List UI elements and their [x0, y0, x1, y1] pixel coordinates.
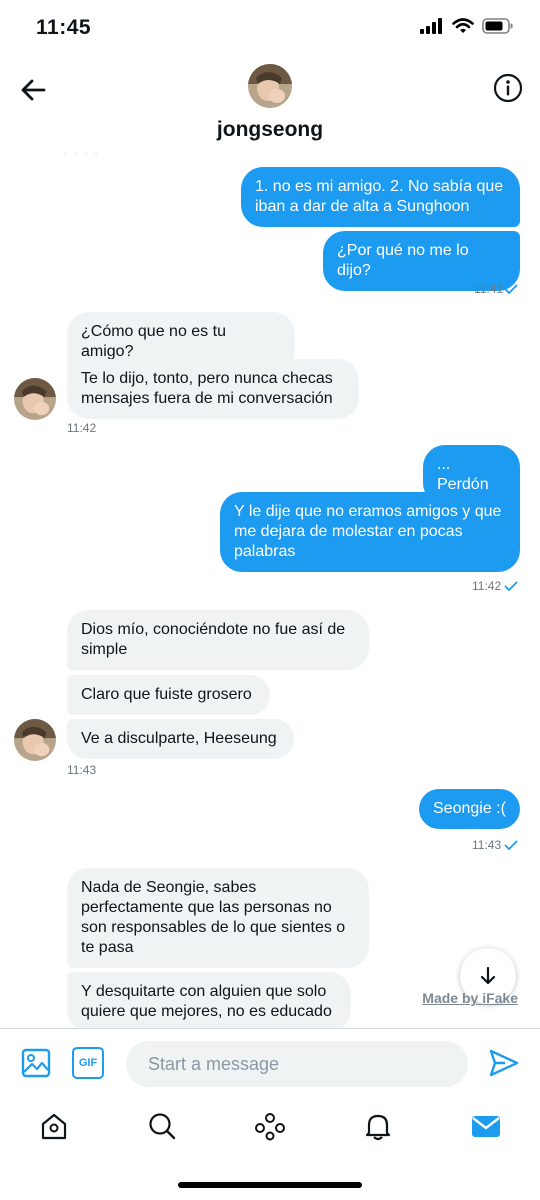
status-icons	[420, 18, 514, 34]
tab-home[interactable]	[36, 1108, 72, 1144]
home-icon	[41, 1113, 67, 1140]
mail-icon	[472, 1116, 500, 1137]
sent-check-icon	[504, 581, 518, 591]
back-button[interactable]	[18, 74, 50, 106]
message-incoming[interactable]: Claro que fuiste grosero	[67, 675, 270, 715]
search-icon	[149, 1113, 176, 1140]
status-time: 11:45	[36, 16, 92, 39]
home-indicator	[178, 1182, 362, 1188]
message-outgoing[interactable]: Seongie :(	[419, 789, 520, 829]
sent-check-icon	[504, 840, 518, 850]
message-timestamp: 11:42	[67, 421, 97, 435]
message-composer: GIF	[0, 1028, 540, 1100]
message-timestamp: 11:43	[472, 838, 502, 852]
sender-avatar[interactable]	[14, 719, 56, 761]
message-incoming[interactable]: Dios mío, conociéndote no fue así de sim…	[67, 610, 369, 670]
tab-notifications[interactable]	[360, 1108, 396, 1144]
gif-label: GIF	[78, 1057, 98, 1069]
conversation-header: jongseong · · · ·	[0, 56, 540, 159]
avatar-photo	[248, 64, 292, 108]
message-timestamp: 11:41	[474, 282, 504, 296]
message-incoming[interactable]: Ve a disculparte, Heeseung	[67, 719, 294, 759]
message-input[interactable]	[126, 1041, 468, 1087]
avatar-photo	[14, 378, 56, 420]
message-outgoing[interactable]: 1. no es mi amigo. 2. No sabía que iban …	[241, 167, 520, 227]
message-list[interactable]: 1. no es mi amigo. 2. No sabía que iban …	[0, 148, 540, 1028]
message-incoming[interactable]: Nada de Seongie, sabes perfectamente que…	[67, 868, 369, 968]
status-bar: 11:45	[0, 0, 540, 56]
message-incoming[interactable]: Te lo dijo, tonto, pero nunca checas men…	[67, 359, 359, 419]
battery-icon	[482, 18, 513, 34]
spaces-icon	[255, 1113, 285, 1141]
image-icon[interactable]	[20, 1047, 52, 1079]
tab-search[interactable]	[144, 1108, 180, 1144]
sent-check-icon	[504, 284, 518, 294]
message-timestamp: 11:43	[67, 763, 97, 777]
watermark: Made by iFake	[422, 990, 518, 1006]
wifi-icon	[452, 18, 474, 33]
signal-icon	[420, 18, 442, 34]
message-outgoing[interactable]: Y le dije que no eramos amigos y que me …	[220, 492, 520, 572]
gif-button[interactable]: GIF	[72, 1047, 104, 1079]
tab-spaces[interactable]	[252, 1108, 288, 1144]
send-icon[interactable]	[488, 1047, 520, 1079]
sender-avatar[interactable]	[14, 378, 56, 420]
message-timestamp: 11:42	[472, 579, 502, 593]
avatar-photo	[14, 719, 56, 761]
message-incoming[interactable]: Y desquitarte con alguien que solo quier…	[67, 972, 351, 1028]
contact-name[interactable]: jongseong	[0, 118, 540, 142]
info-button[interactable]	[492, 72, 524, 104]
bottom-tab-bar	[0, 1100, 540, 1156]
arrow-down-icon	[480, 966, 496, 985]
tab-messages[interactable]	[468, 1108, 504, 1144]
avatar[interactable]	[248, 64, 292, 108]
bell-icon	[365, 1114, 391, 1141]
